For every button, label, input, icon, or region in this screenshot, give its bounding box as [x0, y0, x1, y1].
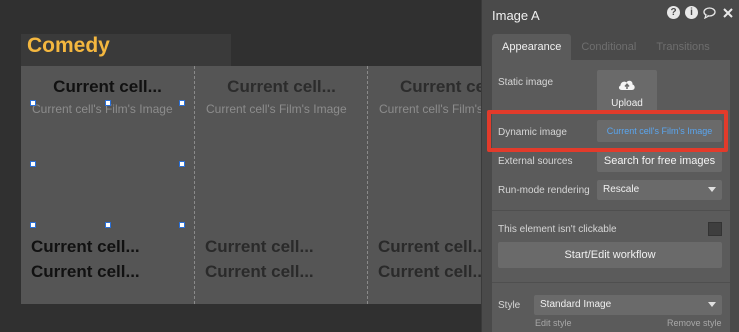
resize-handle[interactable]	[30, 222, 36, 228]
cell-text-1[interactable]: Current cell...	[205, 237, 314, 257]
chevron-down-icon	[708, 187, 716, 192]
cell-text-1[interactable]: Current cell...	[31, 237, 140, 257]
cell-header-text[interactable]: Current cell...	[21, 77, 194, 97]
panel-title: Image A	[492, 8, 540, 23]
resize-handle[interactable]	[179, 100, 185, 106]
panel-tabs: Appearance Conditional Transitions	[492, 34, 720, 60]
chevron-down-icon	[708, 302, 716, 307]
cell-text-1[interactable]: Current cell...	[378, 237, 487, 257]
style-label: Style	[498, 300, 521, 311]
run-mode-rendering-label: Run-mode rendering	[498, 185, 590, 196]
start-edit-workflow-button[interactable]: Start/Edit workflow	[498, 242, 722, 268]
resize-handle[interactable]	[179, 161, 185, 167]
group-title[interactable]: Comedy	[27, 34, 110, 58]
cell-text-2[interactable]: Current cell...	[378, 262, 487, 282]
external-sources-label: External sources	[498, 156, 573, 167]
resize-handle[interactable]	[30, 100, 36, 106]
remove-style-link[interactable]: Remove style	[667, 318, 722, 328]
panel-header-icons: ? i	[667, 6, 734, 19]
help-icon[interactable]: ?	[667, 6, 680, 19]
search-free-images-button[interactable]: Search for free images	[597, 150, 722, 172]
tab-transitions[interactable]: Transitions	[646, 34, 719, 60]
resize-handle[interactable]	[105, 100, 111, 106]
resize-handle[interactable]	[179, 222, 185, 228]
divider	[492, 282, 730, 283]
not-clickable-label: This element isn't clickable	[498, 224, 617, 235]
resize-handle[interactable]	[30, 161, 36, 167]
upload-button[interactable]: Upload	[597, 70, 657, 114]
property-editor-panel: Image A ? i Appearance Conditional Trans…	[481, 0, 739, 332]
cell-text-2[interactable]: Current cell...	[205, 262, 314, 282]
style-value: Standard Image	[540, 299, 612, 310]
repeating-group-cell[interactable]: Current cell... Current cell's Film's Im…	[194, 66, 367, 304]
highlight-annotation-box	[487, 110, 728, 152]
cell-header-text[interactable]: Current cell...	[195, 77, 368, 97]
upload-label: Upload	[611, 98, 643, 109]
comment-icon[interactable]	[703, 6, 716, 19]
close-icon[interactable]	[721, 6, 734, 19]
style-select[interactable]: Standard Image	[534, 295, 722, 315]
run-mode-rendering-value: Rescale	[603, 184, 640, 195]
info-icon[interactable]: i	[685, 6, 698, 19]
tab-appearance[interactable]: Appearance	[492, 34, 572, 60]
edit-style-link[interactable]: Edit style	[535, 318, 572, 328]
static-image-label: Static image	[498, 77, 554, 88]
repeating-group[interactable]: Current cell... Current cell's Film's Im…	[21, 66, 506, 304]
cell-image-placeholder[interactable]: Current cell's Film's Image	[32, 102, 173, 116]
divider	[492, 210, 730, 211]
resize-handle[interactable]	[105, 222, 111, 228]
panel-header[interactable]: Image A ? i	[482, 0, 739, 30]
cell-image-placeholder[interactable]: Current cell's Film's Image	[206, 102, 347, 116]
run-mode-rendering-select[interactable]: Rescale	[597, 180, 722, 200]
tab-conditional[interactable]: Conditional	[571, 34, 646, 60]
not-clickable-checkbox[interactable]	[708, 222, 722, 236]
upload-cloud-icon	[618, 80, 635, 90]
cell-text-2[interactable]: Current cell...	[31, 262, 140, 282]
